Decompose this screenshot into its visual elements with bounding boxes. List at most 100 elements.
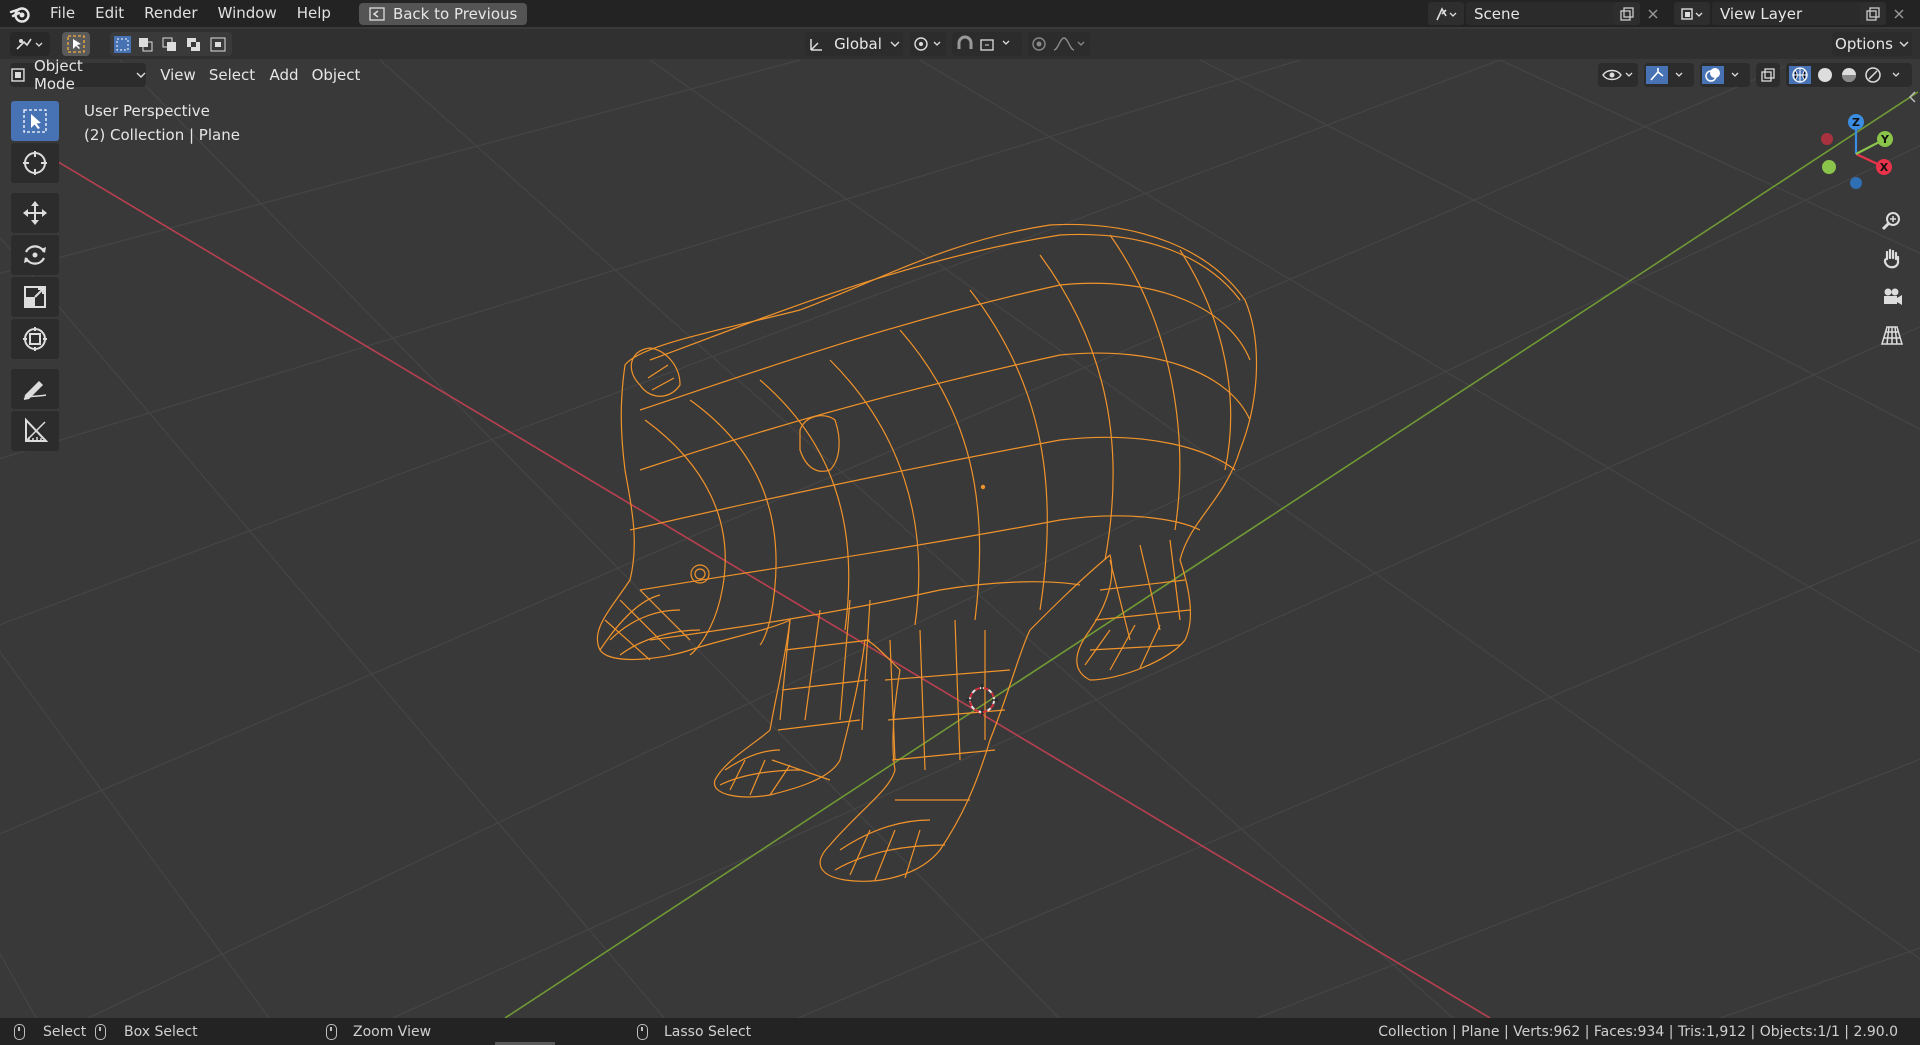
blender-logo-icon[interactable] bbox=[0, 0, 40, 27]
viewport-scene bbox=[0, 60, 1920, 1018]
status-select: Select bbox=[14, 1023, 87, 1040]
select-box-tool[interactable] bbox=[11, 101, 59, 141]
menu-help[interactable]: Help bbox=[287, 0, 341, 27]
snapping-controls[interactable] bbox=[952, 32, 1022, 56]
camera-view-button[interactable] bbox=[1877, 282, 1907, 312]
status-box-select: Box Select bbox=[95, 1023, 198, 1040]
left-mouse-icon bbox=[95, 1023, 106, 1040]
scene-name-field[interactable]: Scene bbox=[1466, 2, 1616, 25]
new-scene-button[interactable] bbox=[1614, 2, 1640, 25]
options-dropdown[interactable]: Options bbox=[1832, 32, 1912, 56]
x-axis-line bbox=[54, 159, 1491, 1018]
duplicate-icon bbox=[1866, 6, 1880, 21]
status-bar: Select Box Select Zoom View Lasso Select… bbox=[0, 1018, 1920, 1045]
tool-header: Global Options bbox=[0, 29, 1920, 59]
pivot-point-dropdown[interactable] bbox=[910, 32, 946, 56]
delete-view-layer-button[interactable] bbox=[1886, 2, 1912, 25]
visibility-dropdown[interactable] bbox=[1598, 63, 1638, 87]
ruler-icon bbox=[25, 417, 49, 442]
menu-add[interactable]: Add bbox=[264, 63, 304, 87]
transform-orientation-dropdown[interactable]: Global bbox=[805, 32, 903, 56]
editor-type-icon bbox=[16, 38, 43, 50]
duplicate-icon bbox=[1620, 6, 1634, 21]
menu-select[interactable]: Select bbox=[206, 63, 258, 87]
zoom-icon bbox=[1881, 212, 1900, 231]
annotate-tool[interactable] bbox=[11, 369, 59, 409]
overlays-icon bbox=[1702, 66, 1739, 84]
hand-icon bbox=[1883, 248, 1900, 269]
scene-selector-button[interactable] bbox=[1428, 2, 1464, 25]
editor-type-button[interactable] bbox=[10, 32, 50, 56]
status-box-select-label: Box Select bbox=[124, 1023, 198, 1040]
delete-scene-button[interactable] bbox=[1640, 2, 1666, 25]
close-icon bbox=[1894, 9, 1904, 18]
scene-statistics: Collection | Plane | Verts:962 | Faces:9… bbox=[1378, 1023, 1898, 1040]
gizmo-x-label: X bbox=[1880, 161, 1889, 174]
menu-view[interactable]: View bbox=[156, 63, 200, 87]
cursor-tool[interactable] bbox=[11, 143, 59, 183]
transform-tool[interactable] bbox=[11, 319, 59, 359]
overlays-toggle[interactable] bbox=[1700, 63, 1750, 87]
gizmo-icon bbox=[1646, 66, 1683, 84]
view-layer-icon bbox=[1681, 7, 1703, 20]
transform-orientation-label: Global bbox=[834, 35, 882, 53]
shading-mode-group bbox=[1786, 63, 1912, 87]
floor-grid bbox=[0, 60, 1920, 1018]
select-tool-mode-button[interactable] bbox=[62, 32, 90, 56]
transform-icon bbox=[23, 327, 47, 351]
middle-mouse-icon bbox=[326, 1023, 337, 1040]
menu-object[interactable]: Object bbox=[310, 63, 362, 87]
status-select-label: Select bbox=[43, 1023, 87, 1040]
view-layer-selector-button[interactable] bbox=[1674, 2, 1710, 25]
scale-icon bbox=[24, 286, 46, 308]
new-view-layer-button[interactable] bbox=[1860, 2, 1886, 25]
selection-mode-group bbox=[110, 32, 232, 56]
crosshair-cursor-icon bbox=[23, 151, 47, 175]
navigation-gizmo[interactable]: Z X Y bbox=[1810, 110, 1920, 200]
menu-render[interactable]: Render bbox=[134, 0, 207, 27]
gizmo-toggle[interactable] bbox=[1644, 63, 1694, 87]
gizmo-z-label: Z bbox=[1852, 116, 1860, 129]
menu-edit[interactable]: Edit bbox=[85, 0, 134, 27]
pan-view-button[interactable] bbox=[1877, 244, 1907, 274]
back-to-previous-button[interactable]: Back to Previous bbox=[358, 2, 528, 25]
mode-dropdown[interactable]: Object Mode bbox=[10, 57, 146, 93]
right-mouse-icon bbox=[637, 1023, 648, 1040]
menu-window[interactable]: Window bbox=[208, 0, 287, 27]
perspective-toggle-button[interactable] bbox=[1877, 320, 1907, 350]
left-mouse-icon bbox=[14, 1023, 25, 1040]
pencil-icon bbox=[23, 381, 47, 400]
shading-mode-icons[interactable] bbox=[1789, 66, 1909, 84]
sidebar-toggle-chevron-icon[interactable] bbox=[1907, 90, 1917, 108]
zoom-view-button[interactable] bbox=[1877, 206, 1907, 236]
xray-toggle[interactable] bbox=[1756, 63, 1780, 87]
move-tool[interactable] bbox=[11, 193, 59, 233]
grid-perspective-icon bbox=[1880, 326, 1904, 345]
bear-wireframe bbox=[596, 223, 1258, 882]
chevron-down-icon bbox=[890, 41, 900, 47]
status-zoom-view: Zoom View bbox=[326, 1023, 432, 1040]
rotate-tool[interactable] bbox=[11, 235, 59, 275]
scene-icon bbox=[1436, 6, 1457, 20]
selection-mode-icons[interactable] bbox=[113, 35, 229, 53]
measure-tool[interactable] bbox=[11, 411, 59, 451]
proportional-edit-icon bbox=[1032, 37, 1085, 51]
camera-icon bbox=[1884, 288, 1902, 305]
select-box-icon bbox=[23, 109, 47, 133]
scale-tool[interactable] bbox=[11, 277, 59, 317]
view-layer-name-field[interactable]: View Layer bbox=[1712, 2, 1862, 25]
object-origin bbox=[980, 484, 986, 490]
orientation-icon bbox=[810, 39, 823, 51]
snap-magnet-icon bbox=[957, 35, 1010, 51]
status-lasso-select-label: Lasso Select bbox=[664, 1023, 752, 1040]
mode-label: Object Mode bbox=[33, 57, 83, 93]
3d-viewport[interactable]: User Perspective (2) Collection | Plane … bbox=[0, 60, 1920, 1018]
close-icon bbox=[1648, 9, 1658, 18]
status-zoom-view-label: Zoom View bbox=[353, 1023, 432, 1040]
perspective-label: User Perspective bbox=[84, 102, 210, 120]
proportional-editing-controls[interactable] bbox=[1028, 32, 1090, 56]
top-menu-bar: File Edit Render Window Help Back to Pre… bbox=[0, 0, 1920, 27]
view-layer-name: View Layer bbox=[1720, 4, 1803, 23]
chevron-down-icon bbox=[1899, 41, 1909, 47]
menu-file[interactable]: File bbox=[40, 0, 85, 27]
